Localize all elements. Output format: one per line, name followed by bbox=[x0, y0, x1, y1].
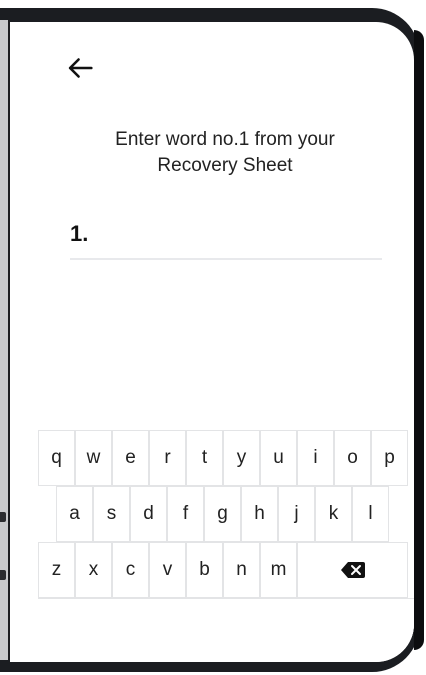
key-s[interactable]: s bbox=[93, 486, 130, 542]
device-frame: Enter word no.1 from your Recovery Sheet… bbox=[0, 0, 426, 675]
key-w[interactable]: w bbox=[75, 430, 112, 486]
key-v[interactable]: v bbox=[149, 542, 186, 598]
key-i[interactable]: i bbox=[297, 430, 334, 486]
key-m[interactable]: m bbox=[260, 542, 297, 598]
key-p[interactable]: p bbox=[371, 430, 408, 486]
virtual-keyboard: qwertyuiop asdfghjkl zxcvbnm bbox=[38, 430, 414, 662]
back-button[interactable] bbox=[62, 50, 98, 86]
instruction-text: Enter word no.1 from your Recovery Sheet bbox=[50, 127, 400, 179]
key-b[interactable]: b bbox=[186, 542, 223, 598]
backspace-icon bbox=[340, 562, 365, 578]
key-d[interactable]: d bbox=[130, 486, 167, 542]
key-l[interactable]: l bbox=[352, 486, 389, 542]
key-a[interactable]: a bbox=[56, 486, 93, 542]
arrow-left-icon bbox=[68, 58, 93, 78]
key-g[interactable]: g bbox=[204, 486, 241, 542]
device-side-strip bbox=[0, 20, 8, 660]
side-button-mark bbox=[0, 570, 6, 580]
phone-screen: Enter word no.1 from your Recovery Sheet… bbox=[10, 22, 414, 662]
key-u[interactable]: u bbox=[260, 430, 297, 486]
keyboard-bottom-row bbox=[38, 598, 414, 654]
key-t[interactable]: t bbox=[186, 430, 223, 486]
key-j[interactable]: j bbox=[278, 486, 315, 542]
key-r[interactable]: r bbox=[149, 430, 186, 486]
backspace-key[interactable] bbox=[297, 542, 408, 598]
key-x[interactable]: x bbox=[75, 542, 112, 598]
key-z[interactable]: z bbox=[38, 542, 75, 598]
key-k[interactable]: k bbox=[315, 486, 352, 542]
word-input[interactable] bbox=[94, 220, 387, 248]
key-f[interactable]: f bbox=[167, 486, 204, 542]
word-number-label: 1. bbox=[70, 221, 89, 246]
side-button-mark bbox=[0, 512, 6, 522]
device-edge bbox=[414, 30, 424, 650]
key-c[interactable]: c bbox=[112, 542, 149, 598]
word-field[interactable]: 1. bbox=[70, 210, 387, 260]
key-h[interactable]: h bbox=[241, 486, 278, 542]
key-q[interactable]: q bbox=[38, 430, 75, 486]
key-o[interactable]: o bbox=[334, 430, 371, 486]
instruction-line-1: Enter word no.1 from your bbox=[115, 129, 335, 150]
key-y[interactable]: y bbox=[223, 430, 260, 486]
key-n[interactable]: n bbox=[223, 542, 260, 598]
instruction-line-2: Recovery Sheet bbox=[157, 155, 293, 176]
key-e[interactable]: e bbox=[112, 430, 149, 486]
